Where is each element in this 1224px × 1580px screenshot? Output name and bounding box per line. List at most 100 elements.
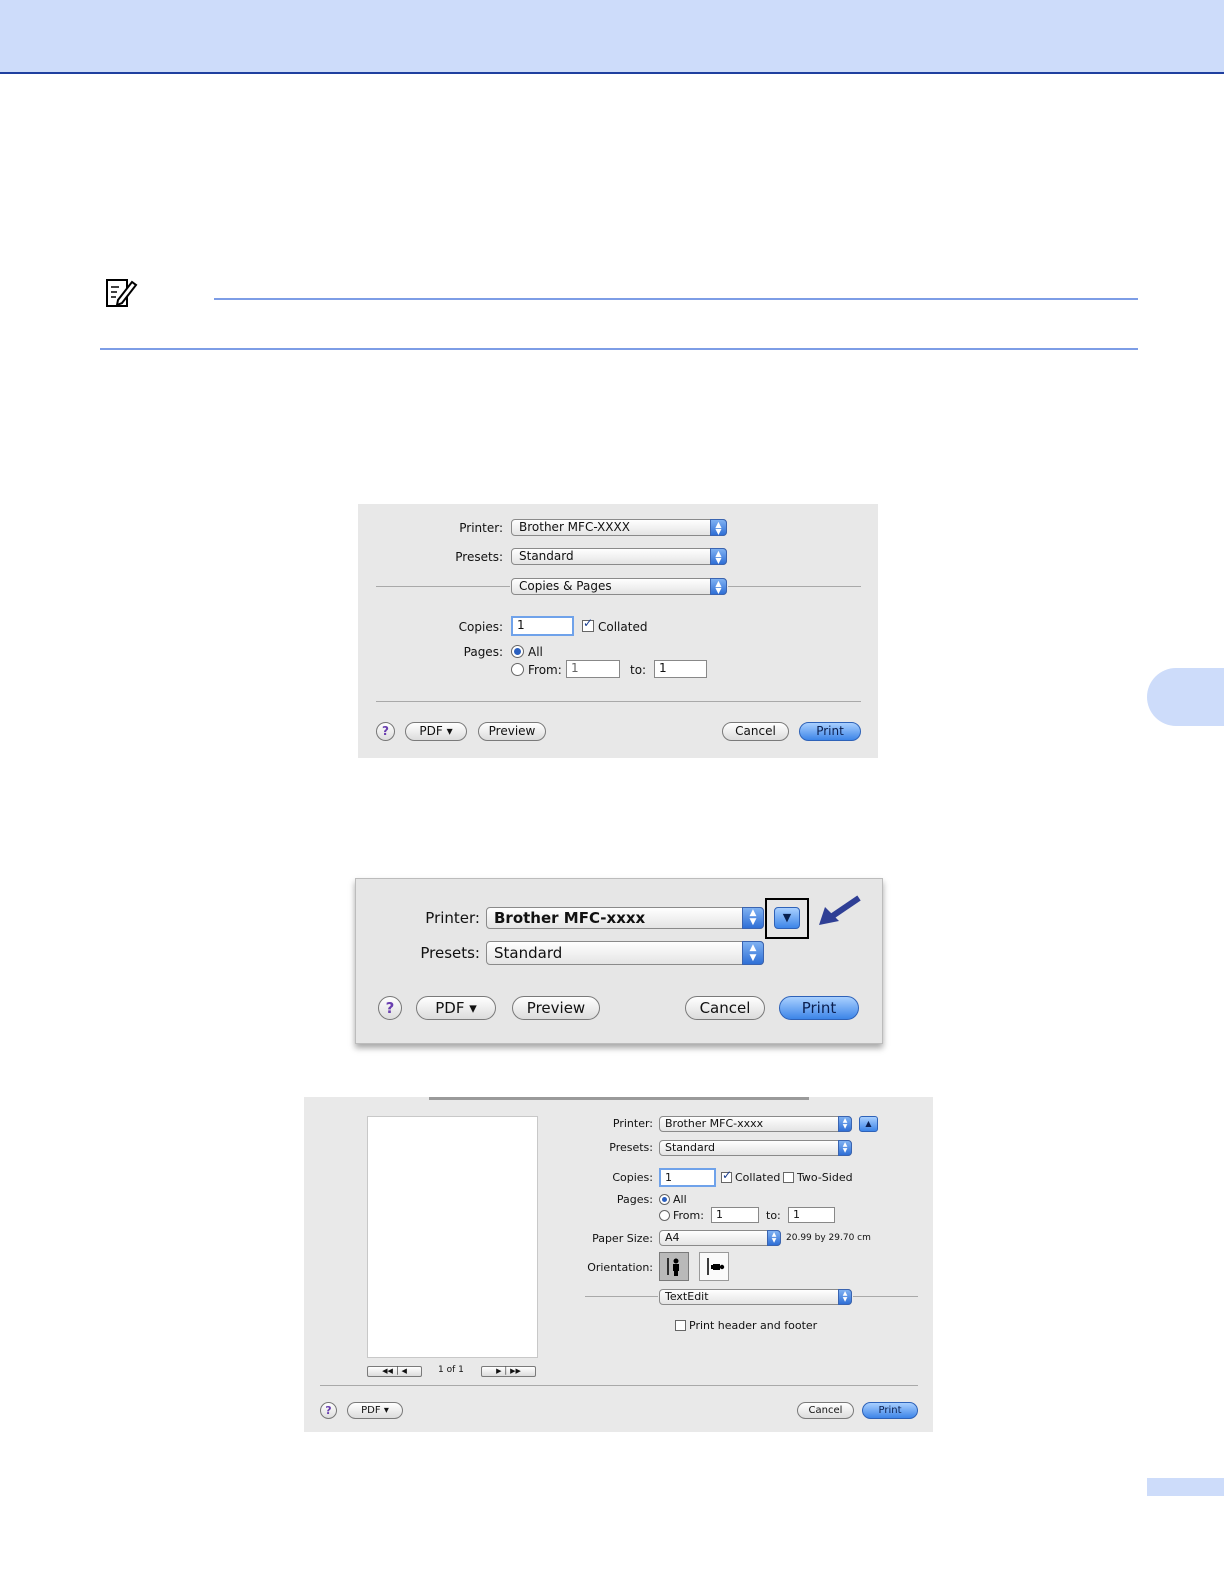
expand-dialog-button[interactable]: ▼ (774, 907, 800, 929)
help-button[interactable]: ? (376, 722, 395, 741)
preview-button[interactable]: Preview (478, 722, 546, 741)
page-counter: 1 of 1 (438, 1365, 464, 1375)
header-footer-checkbox[interactable] (675, 1320, 686, 1331)
dialog-top-edge (429, 1097, 809, 1100)
to-field[interactable]: 1 (654, 660, 707, 678)
printer-value: Brother MFC-XXXX (519, 520, 630, 534)
presets-value: Standard (665, 1141, 716, 1154)
preview-button[interactable]: Preview (512, 996, 600, 1020)
pages-all-label: All (528, 645, 543, 659)
presets-value: Standard (494, 944, 563, 962)
note-pencil-icon (106, 279, 138, 307)
popup-arrows-icon: ▲ ▼ (710, 548, 727, 565)
to-value: 1 (793, 1208, 800, 1221)
presets-popup[interactable]: Standard ▲ ▼ (659, 1140, 852, 1156)
section-divider-left (376, 586, 510, 587)
copies-field[interactable]: 1 (659, 1168, 716, 1187)
page-preview (367, 1116, 538, 1358)
copies-value: 1 (665, 1171, 672, 1184)
two-sided-label: Two-Sided (797, 1171, 853, 1184)
popup-arrows-icon: ▲ ▼ (838, 1116, 852, 1132)
pages-all-radio[interactable] (511, 645, 524, 658)
page-number-tab (1147, 1478, 1224, 1496)
header-footer-label: Print header and footer (689, 1319, 818, 1332)
section-value: TextEdit (665, 1290, 709, 1303)
pdf-button[interactable]: PDF ▾ (347, 1402, 403, 1419)
popup-arrows-icon: ▲ ▼ (710, 519, 727, 536)
orientation-landscape-button[interactable] (699, 1252, 729, 1281)
pages-from-label: From: (528, 663, 562, 677)
pages-all-radio[interactable] (659, 1194, 670, 1205)
to-field[interactable]: 1 (788, 1207, 835, 1223)
header-band (0, 0, 1224, 74)
help-button[interactable]: ? (378, 996, 402, 1020)
note-top-rule (214, 298, 1138, 300)
paper-size-popup[interactable]: A4 ▲ ▼ (659, 1230, 781, 1246)
presets-popup[interactable]: Standard ▲ ▼ (511, 548, 727, 565)
paper-size-value: A4 (665, 1231, 680, 1244)
section-value: Copies & Pages (519, 579, 612, 593)
two-sided-checkbox[interactable] (783, 1172, 794, 1183)
orientation-label: Orientation: (587, 1261, 653, 1274)
popup-arrows-icon: ▲ ▼ (838, 1140, 852, 1156)
printer-label: Printer: (425, 909, 480, 927)
printer-popup[interactable]: Brother MFC-xxxx ▲ ▼ (659, 1116, 852, 1132)
print-button[interactable]: Print (779, 996, 859, 1020)
popup-arrows-icon: ▲ ▼ (742, 941, 764, 965)
section-popup[interactable]: TextEdit ▲ ▼ (659, 1289, 852, 1305)
print-button[interactable]: Print (862, 1402, 918, 1419)
collated-checkbox[interactable] (721, 1168, 732, 1183)
presets-label: Presets: (420, 944, 480, 962)
popup-arrows-icon: ▲ ▼ (838, 1289, 852, 1305)
from-value: 1 (716, 1208, 723, 1221)
pdf-button[interactable]: PDF ▾ (416, 996, 496, 1020)
next-last-page-buttons[interactable]: ▶ │ ▶▶ (481, 1366, 536, 1377)
copies-value: 1 (517, 618, 525, 632)
copies-field[interactable]: 1 (511, 616, 574, 636)
from-field[interactable]: 1 (711, 1207, 759, 1223)
portrait-person-icon (667, 1258, 679, 1276)
pointer-arrow-icon (819, 895, 861, 925)
printer-label: Printer: (612, 1117, 653, 1130)
pages-label: Pages: (463, 645, 503, 659)
to-label: to: (766, 1209, 781, 1222)
copies-label: Copies: (458, 620, 503, 634)
orientation-portrait-button[interactable] (659, 1252, 689, 1281)
printer-label: Printer: (459, 521, 503, 535)
pages-from-radio[interactable] (511, 663, 524, 676)
landscape-person-icon (707, 1258, 725, 1275)
pages-all-label: All (673, 1193, 687, 1206)
footer-divider (320, 1385, 918, 1386)
copies-label: Copies: (612, 1171, 653, 1184)
to-value: 1 (659, 661, 667, 675)
printer-value: Brother MFC-xxxx (665, 1117, 764, 1130)
collated-label: Collated (735, 1171, 781, 1184)
collapse-dialog-button[interactable]: ▲ (859, 1116, 878, 1132)
cancel-button[interactable]: Cancel (685, 996, 765, 1020)
help-button[interactable]: ? (320, 1402, 337, 1419)
paper-dimensions: 20.99 by 29.70 cm (786, 1233, 871, 1243)
printer-value: Brother MFC-xxxx (494, 909, 646, 927)
collated-checkbox[interactable] (582, 616, 594, 632)
pages-from-radio[interactable] (659, 1210, 670, 1221)
printer-popup[interactable]: Brother MFC-xxxx ▲ ▼ (486, 907, 764, 929)
section-divider-right (853, 1296, 918, 1297)
chapter-side-tab (1147, 668, 1224, 726)
printer-popup[interactable]: Brother MFC-XXXX ▲ ▼ (511, 519, 727, 536)
cancel-button[interactable]: Cancel (797, 1402, 854, 1419)
popup-arrows-icon: ▲ ▼ (710, 578, 727, 595)
print-button[interactable]: Print (799, 722, 861, 741)
from-field[interactable]: 1 (566, 660, 620, 678)
presets-popup[interactable]: Standard ▲ ▼ (486, 941, 764, 965)
footer-divider (376, 701, 861, 702)
section-divider-left (585, 1296, 658, 1297)
print-dialog-copies-pages: Printer: Brother MFC-XXXX ▲ ▼ Presets: St… (358, 504, 878, 758)
cancel-button[interactable]: Cancel (722, 722, 789, 741)
first-prev-page-buttons[interactable]: ◀◀ │ ◀ (367, 1366, 422, 1377)
presets-value: Standard (519, 549, 574, 563)
pdf-button[interactable]: PDF ▾ (405, 722, 467, 741)
to-label: to: (630, 663, 647, 677)
section-popup[interactable]: Copies & Pages ▲ ▼ (511, 578, 727, 595)
presets-label: Presets: (455, 550, 503, 564)
popup-arrows-icon: ▲ ▼ (742, 907, 764, 929)
